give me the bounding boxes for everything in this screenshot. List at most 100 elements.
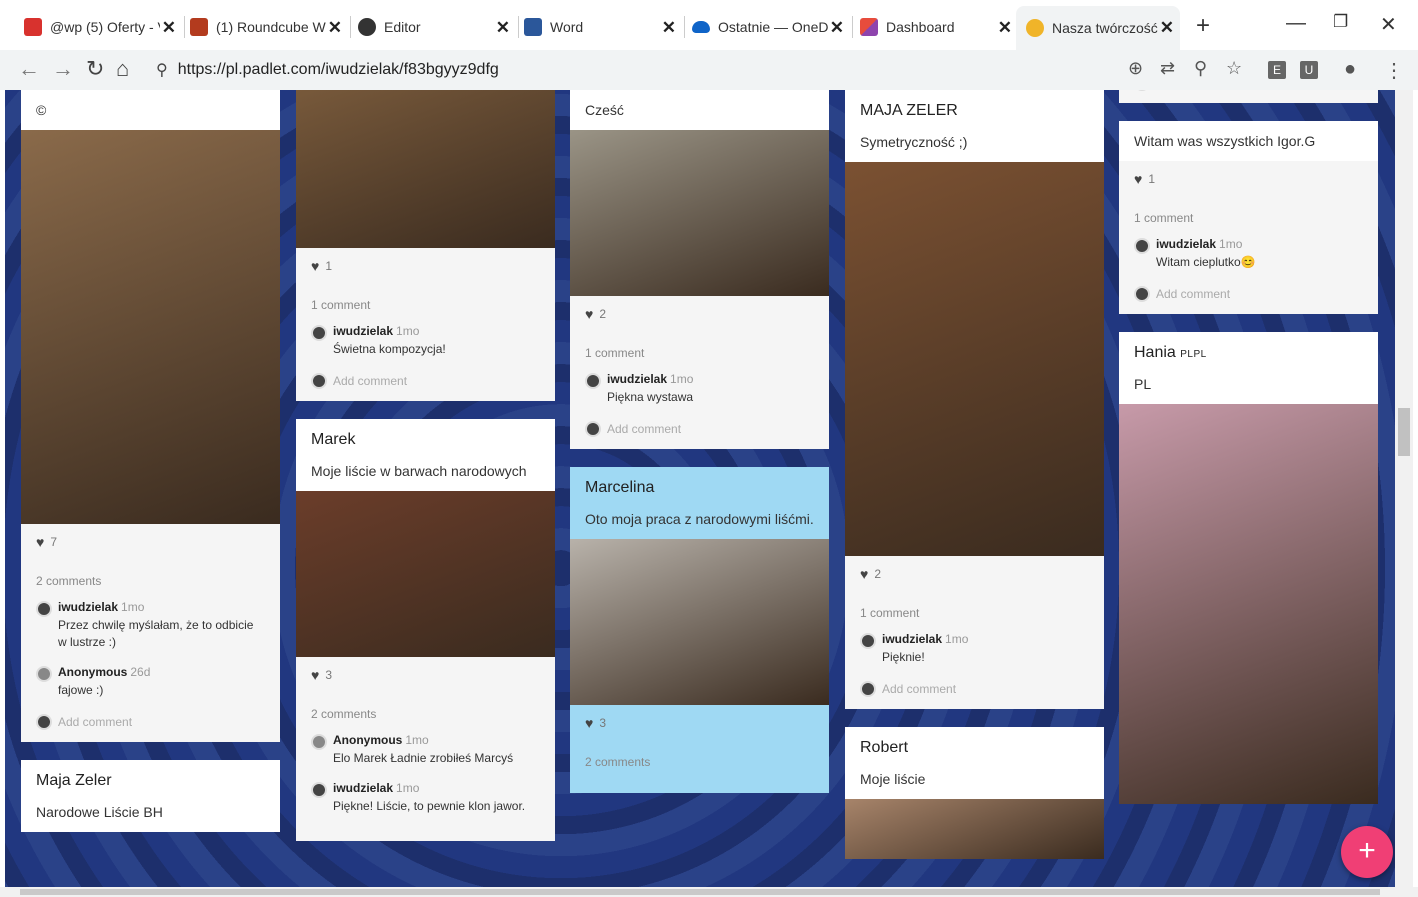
close-tab-icon[interactable]: ✕	[1160, 18, 1174, 38]
post-footer: Add comment	[1119, 90, 1378, 103]
post-body: Narodowe Liście BH	[36, 804, 163, 820]
post-body: Witam was wszystkich Igor.G	[1134, 133, 1316, 149]
like-button[interactable]: ♥ 1	[1134, 171, 1363, 187]
comment-count: 1 comment	[1134, 211, 1194, 225]
padlet-post[interactable]: ♥ 1 1 comment iwudzielak 1mo Świetna kompoz…	[296, 90, 555, 401]
post-image[interactable]	[570, 130, 829, 296]
post-header: Robert Moje liście	[845, 727, 1104, 799]
padlet-board: © ♥ 7 2 comments iwudzielak 1mo Przez chwilę…	[5, 90, 1395, 887]
padlet-post[interactable]: MAJA ZELER Symetryczność ;) ♥ 2 1 comment iw…	[845, 90, 1104, 709]
vertical-scrollbar[interactable]	[1395, 90, 1413, 887]
avatar	[36, 601, 52, 617]
post-header: Hania PLPL PL	[1119, 332, 1378, 404]
tab-onedrive[interactable]: Ostatnie — OneDr ✕	[692, 10, 853, 44]
close-tab-icon[interactable]: ✕	[162, 18, 176, 38]
address-bar[interactable]: ⚲ https://pl.padlet.com/iwudzielak/f83bg…	[156, 54, 1116, 86]
post-author: Marcelina	[585, 479, 655, 496]
post-image[interactable]	[1119, 404, 1378, 804]
new-tab-icon[interactable]: +	[1196, 12, 1210, 40]
back-icon[interactable]: ←	[18, 56, 40, 82]
tab-editor[interactable]: Editor ✕	[358, 10, 519, 44]
avatar	[1134, 286, 1150, 302]
post-author: Maja Zeler	[36, 772, 112, 789]
profile-icon[interactable]: ●	[1344, 58, 1356, 81]
comment-count: 1 comment	[585, 346, 645, 360]
post-image[interactable]	[296, 90, 555, 248]
forward-icon[interactable]: →	[52, 56, 74, 82]
padlet-post[interactable]: Witam was wszystkich Igor.G ♥ 1 1 comment i…	[1119, 121, 1378, 314]
padlet-post[interactable]: Marek Moje liście w barwach narodowych ♥ 3 2…	[296, 419, 555, 841]
heart-icon: ♥	[585, 306, 594, 322]
post-image[interactable]	[296, 491, 555, 657]
heart-icon: ♥	[585, 715, 594, 731]
post-body: Oto moja praca z narodowymi liśćmi.	[585, 511, 814, 527]
post-image[interactable]	[570, 539, 829, 705]
translate-icon[interactable]: ⇄	[1160, 58, 1175, 79]
like-button[interactable]: ♥ 2	[860, 566, 1089, 582]
close-tab-icon[interactable]: ✕	[662, 18, 676, 38]
post-image[interactable]	[845, 799, 1104, 859]
post-image[interactable]	[845, 162, 1104, 556]
close-tab-icon[interactable]: ✕	[830, 18, 844, 38]
post-header: Marcelina Oto moja praca z narodowymi liś…	[570, 467, 829, 539]
post-header: MAJA ZELER Symetryczność ;)	[845, 90, 1104, 162]
padlet-post[interactable]: Maja Zeler Narodowe Liście BH	[21, 760, 280, 832]
add-comment-button[interactable]: Add comment	[860, 680, 1089, 697]
like-button[interactable]: ♥ 3	[585, 715, 814, 731]
padlet-post[interactable]: © ♥ 7 2 comments iwudzielak 1mo Przez chwilę…	[21, 90, 280, 742]
tab-wp[interactable]: @wp (5) Oferty - V ✕	[24, 10, 185, 44]
close-tab-icon[interactable]: ✕	[328, 18, 342, 38]
padlet-post[interactable]: Add comment	[1119, 90, 1378, 103]
like-button[interactable]: ♥ 7	[36, 534, 265, 550]
extension-u-icon[interactable]: U	[1300, 58, 1318, 79]
padlet-post[interactable]: Robert Moje liście	[845, 727, 1104, 859]
extension-e-icon[interactable]: E	[1268, 58, 1286, 79]
heart-icon: ♥	[311, 258, 320, 274]
post-header: Witam was wszystkich Igor.G	[1119, 121, 1378, 161]
post-header: Cześć	[570, 90, 829, 130]
tab-dashboard[interactable]: Dashboard ✕	[860, 10, 1018, 44]
bookmark-star-icon[interactable]: ☆	[1226, 58, 1242, 79]
post-body: Moje liście	[860, 771, 926, 787]
zoom-icon[interactable]: ⚲	[1194, 58, 1207, 79]
add-post-button[interactable]: +	[1341, 826, 1393, 878]
menu-icon[interactable]: ⋮	[1384, 58, 1404, 83]
tab-roundcube[interactable]: (1) Roundcube We ✕	[190, 10, 351, 44]
install-app-icon[interactable]: ⊕	[1128, 58, 1143, 79]
like-button[interactable]: ♥ 2	[585, 306, 814, 322]
add-comment-button[interactable]: Add comment	[36, 713, 265, 730]
tab-word[interactable]: Word ✕	[524, 10, 685, 44]
post-author: Robert	[860, 739, 909, 756]
reload-icon[interactable]: ↻	[86, 56, 104, 82]
post-footer: ♥ 3 2 comments Anonymous 1mo Elo Marek Ładn…	[296, 657, 555, 841]
restore-icon[interactable]: ❐	[1333, 12, 1348, 32]
post-image[interactable]	[21, 130, 280, 524]
padlet-post[interactable]: Cześć ♥ 2 1 comment iwudzielak 1mo Piękna wy…	[570, 90, 829, 449]
comment: iwudzielak 1mo Piękna wystawa	[585, 372, 814, 406]
post-footer: ♥ 3 2 comments	[570, 705, 829, 793]
padlet-column: MAJA ZELER Symetryczność ;) ♥ 2 1 comment iw…	[845, 90, 1104, 877]
tab-nasza-tworczosc[interactable]: Nasza twórczość ✕	[1016, 6, 1180, 50]
horizontal-scrollbar[interactable]	[0, 887, 1418, 897]
close-tab-icon[interactable]: ✕	[998, 18, 1012, 38]
add-comment-button[interactable]: Add comment	[1134, 285, 1363, 302]
padlet-column: Add comment Witam was wszystkich Igor.G ♥1…	[1119, 90, 1378, 822]
like-button[interactable]: ♥ 3	[311, 667, 540, 683]
avatar	[311, 782, 327, 798]
home-icon[interactable]: ⌂	[116, 56, 129, 82]
padlet-post[interactable]: Hania PLPL PL	[1119, 332, 1378, 804]
close-tab-icon[interactable]: ✕	[496, 18, 510, 38]
comment-count: 2 comments	[36, 574, 102, 588]
add-comment-button[interactable]: Add comment	[585, 420, 814, 437]
minimize-icon[interactable]: —	[1286, 12, 1306, 35]
padlet-post[interactable]: Marcelina Oto moja praca z narodowymi liś…	[570, 467, 829, 793]
close-window-icon[interactable]: ✕	[1380, 12, 1397, 37]
like-button[interactable]: ♥ 1	[311, 258, 540, 274]
comment-count: 2 comments	[311, 707, 377, 721]
avatar	[860, 633, 876, 649]
add-comment-button[interactable]: Add comment	[311, 372, 540, 389]
add-comment-button[interactable]: Add comment	[1134, 90, 1363, 91]
padlet-favicon-icon	[1026, 19, 1044, 37]
comment: iwudzielak 1mo Przez chwilę myślałam, że …	[36, 600, 265, 651]
post-header: Marek Moje liście w barwach narodowych	[296, 419, 555, 491]
